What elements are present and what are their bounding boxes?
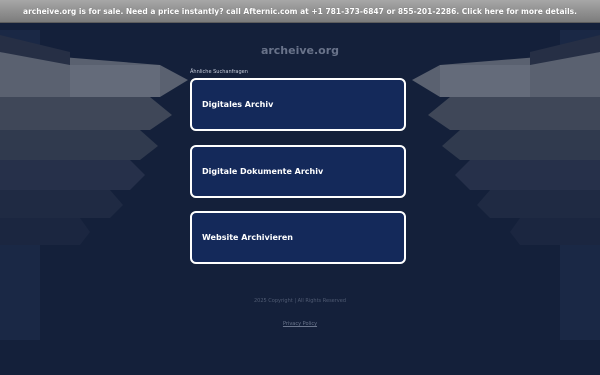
left-arrow-5 [0, 190, 123, 218]
parking-page: archeive.org is for sale. Need a price i… [0, 0, 600, 375]
privacy-policy-container: Privacy Policy [0, 310, 600, 329]
for-sale-banner[interactable]: archeive.org is for sale. Need a price i… [0, 0, 600, 23]
right-arrow-4 [455, 160, 600, 190]
site-title: archeive.org [260, 44, 340, 57]
right-arrow-5 [477, 190, 600, 218]
right-arrow-3 [442, 130, 600, 160]
related-link-label[interactable]: Website Archivieren [202, 233, 293, 242]
left-arrow-3 [0, 130, 158, 160]
copyright-text: 2025 Copyright | All Rights Reserved [253, 298, 347, 304]
left-arrow-2 [0, 97, 172, 130]
related-link-digitales-archiv[interactable]: Digitales Archiv [190, 78, 406, 131]
left-arrow-4 [0, 160, 145, 190]
privacy-policy-link[interactable]: Privacy Policy [283, 321, 317, 327]
banner-text[interactable]: archeive.org is for sale. Need a price i… [23, 7, 577, 16]
related-link-label[interactable]: Digitales Archiv [202, 100, 273, 109]
left-arrow-6 [0, 218, 90, 245]
related-link-website-archivieren[interactable]: Website Archivieren [190, 211, 406, 264]
right-arrow-2 [428, 97, 600, 130]
related-link-digitale-dokumente-archiv[interactable]: Digitale Dokumente Archiv [190, 145, 406, 198]
related-searches-label: Ähnliche Suchanfragen [190, 69, 248, 75]
right-arrow-6 [510, 218, 600, 245]
related-link-label[interactable]: Digitale Dokumente Archiv [202, 167, 323, 176]
